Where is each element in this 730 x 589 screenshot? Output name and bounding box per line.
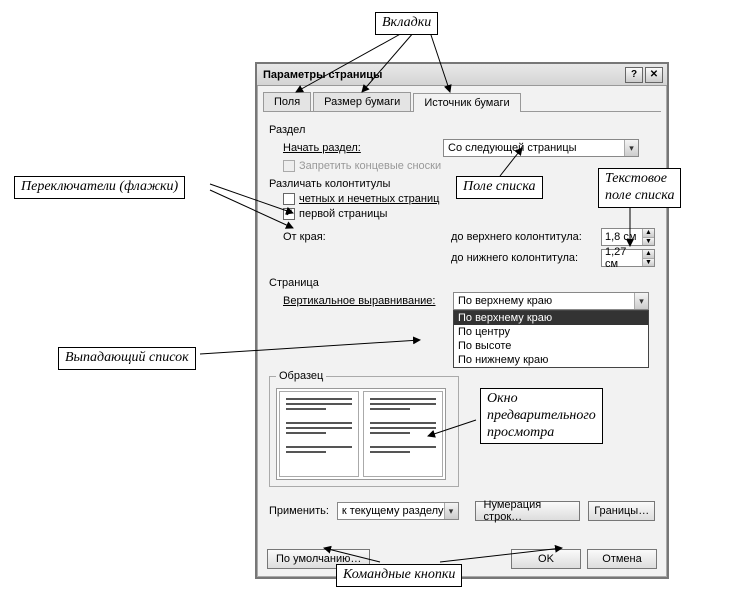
borders-button[interactable]: Границы… <box>588 501 655 521</box>
from-edge-label: От края: <box>283 231 395 243</box>
checkbox-checked-icon: ✔ <box>283 208 295 220</box>
apply-to-value: к текущему разделу <box>342 505 444 517</box>
tab-paper-source[interactable]: Источник бумаги <box>413 93 520 112</box>
tab-paper-size[interactable]: Размер бумаги <box>313 92 411 111</box>
valign-option[interactable]: По высоте <box>454 339 648 353</box>
tab-margins[interactable]: Поля <box>263 92 311 111</box>
checkbox-box-icon <box>283 160 295 172</box>
valign-option[interactable]: По верхнему краю <box>454 311 648 325</box>
valign-label: Вертикальное выравнивание: <box>283 295 453 307</box>
first-page-checkbox[interactable]: ✔ первой страницы <box>283 208 387 220</box>
chevron-down-icon <box>444 503 458 519</box>
callout-listfield: Поле списка <box>456 176 543 199</box>
section-start-value: Со следующей страницы <box>448 142 624 154</box>
section-start-label: Начать раздел: <box>283 142 393 154</box>
valign-option[interactable]: По центру <box>454 325 648 339</box>
apply-to-combo[interactable]: к текущему разделу <box>337 502 459 520</box>
sample-legend: Образец <box>276 370 326 382</box>
preview-page-right <box>363 391 443 477</box>
help-button[interactable]: ? <box>625 67 643 83</box>
callout-tabs: Вкладки <box>375 12 438 35</box>
valign-dropdown[interactable]: По верхнему краю По верхнему краю По цен… <box>453 292 649 310</box>
valign-option[interactable]: По нижнему краю <box>454 353 648 367</box>
close-button[interactable]: ✕ <box>645 67 663 83</box>
spin-up-icon[interactable]: ▲ <box>643 229 654 238</box>
tabstrip: Поля Размер бумаги Источник бумаги <box>263 92 661 112</box>
footer-distance-stepper[interactable]: 1,27 см ▲▼ <box>601 249 655 267</box>
header-distance-stepper[interactable]: 1,8 см ▲▼ <box>601 228 655 246</box>
spin-down-icon[interactable]: ▼ <box>643 259 654 267</box>
callout-dropdown: Выпадающий список <box>58 347 196 370</box>
footer-distance-value: 1,27 см <box>602 250 642 266</box>
preview-window <box>276 388 446 480</box>
checkbox-box-icon <box>283 193 295 205</box>
callout-textlistfield: Текстовое поле списка <box>598 168 681 208</box>
spin-up-icon[interactable]: ▲ <box>643 250 654 259</box>
header-distance-value: 1,8 см <box>602 229 642 245</box>
odd-even-label: четных и нечетных страниц <box>299 193 439 205</box>
titlebar: Параметры страницы ? ✕ <box>257 64 667 86</box>
header-distance-label: до верхнего колонтитула: <box>451 231 601 243</box>
section-group-label: Раздел <box>269 124 655 136</box>
dialog-title: Параметры страницы <box>263 69 623 81</box>
section-start-combo[interactable]: Со следующей страницы <box>443 139 639 157</box>
callout-preview: Окно предварительного просмотра <box>480 388 603 444</box>
footer-distance-label: до нижнего колонтитула: <box>451 252 601 264</box>
line-numbers-button[interactable]: Нумерация строк… <box>475 501 581 521</box>
page-setup-dialog: Параметры страницы ? ✕ Поля Размер бумаг… <box>255 62 669 579</box>
valign-options-list: По верхнему краю По центру По высоте По … <box>453 310 649 368</box>
callout-switches: Переключатели (флажки) <box>14 176 185 199</box>
cancel-button[interactable]: Отмена <box>587 549 657 569</box>
suppress-endnotes-label: Запретить концевые сноски <box>299 160 441 172</box>
preview-page-left <box>279 391 359 477</box>
page-group-label: Страница <box>269 277 655 289</box>
valign-value: По верхнему краю <box>458 295 634 307</box>
sample-fieldset: Образец <box>269 370 459 487</box>
odd-even-checkbox[interactable]: четных и нечетных страниц <box>283 193 439 205</box>
spin-down-icon[interactable]: ▼ <box>643 238 654 246</box>
callout-command-buttons: Командные кнопки <box>336 564 462 587</box>
first-page-label: первой страницы <box>299 208 387 220</box>
apply-to-label: Применить: <box>269 505 329 517</box>
chevron-down-icon <box>634 293 648 309</box>
chevron-down-icon <box>624 140 638 156</box>
ok-button[interactable]: OK <box>511 549 581 569</box>
suppress-endnotes-checkbox: Запретить концевые сноски <box>283 160 441 172</box>
